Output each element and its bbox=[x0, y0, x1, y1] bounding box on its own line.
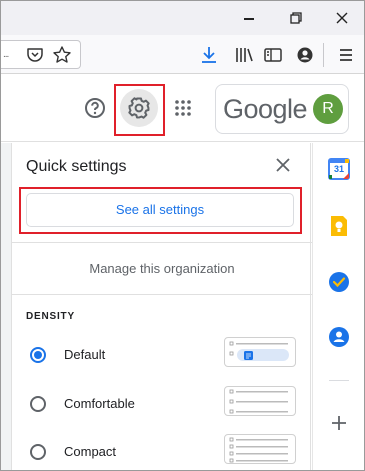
browser-toolbar: ... bbox=[1, 35, 364, 74]
density-option-comfortable[interactable]: Comfortable bbox=[30, 386, 300, 420]
close-window-button[interactable] bbox=[332, 8, 352, 28]
divider bbox=[12, 242, 312, 243]
quick-settings-title: Quick settings bbox=[26, 158, 127, 175]
density-option-label: Comfortable bbox=[64, 396, 135, 411]
contacts-icon bbox=[329, 327, 349, 347]
calendar-button[interactable]: 31 bbox=[328, 158, 350, 180]
gear-icon bbox=[128, 97, 150, 119]
keep-button[interactable] bbox=[328, 215, 350, 237]
default-density-preview bbox=[224, 337, 296, 367]
keep-icon bbox=[331, 216, 347, 236]
settings-button[interactable] bbox=[120, 89, 158, 127]
browser-window: ... Google R Quick settings See all sett… bbox=[0, 0, 365, 471]
star-icon[interactable] bbox=[52, 45, 72, 65]
tasks-button[interactable] bbox=[328, 271, 350, 293]
reader-view-icon[interactable] bbox=[263, 45, 283, 65]
gmail-header: Google R bbox=[1, 74, 364, 142]
density-option-default[interactable]: Default bbox=[30, 337, 300, 371]
account-switcher[interactable]: Google R bbox=[215, 84, 349, 134]
preview-graphic bbox=[229, 341, 289, 361]
download-icon[interactable] bbox=[199, 45, 219, 65]
quick-settings-panel: Quick settings See all settings Manage t… bbox=[11, 143, 312, 470]
comfortable-density-preview bbox=[224, 386, 296, 416]
avatar[interactable]: R bbox=[313, 94, 343, 124]
main-content-edge bbox=[1, 143, 11, 470]
density-option-compact[interactable]: Compact bbox=[30, 434, 300, 468]
library-icon[interactable] bbox=[234, 45, 254, 65]
pocket-icon[interactable] bbox=[25, 45, 45, 65]
url-text: ... bbox=[3, 49, 9, 60]
density-heading: DENSITY bbox=[26, 311, 75, 322]
minimize-icon bbox=[244, 18, 254, 20]
close-icon[interactable] bbox=[274, 156, 292, 174]
add-icon[interactable] bbox=[329, 413, 349, 433]
side-panel-divider bbox=[329, 380, 349, 381]
side-panel: 31 bbox=[312, 143, 364, 470]
manage-organization-link[interactable]: Manage this organization bbox=[12, 261, 312, 276]
account-icon[interactable] bbox=[295, 45, 315, 65]
title-bar bbox=[1, 1, 364, 35]
preview-graphic bbox=[229, 389, 288, 414]
radio-compact[interactable] bbox=[30, 444, 46, 460]
calendar-day: 31 bbox=[333, 164, 344, 174]
see-all-settings-button[interactable]: See all settings bbox=[26, 193, 294, 227]
apps-grid-icon[interactable] bbox=[174, 99, 192, 117]
radio-default[interactable] bbox=[30, 347, 46, 363]
close-icon bbox=[336, 12, 348, 24]
toolbar-separator bbox=[323, 43, 324, 67]
radio-comfortable[interactable] bbox=[30, 396, 46, 412]
preview-graphic bbox=[229, 437, 288, 463]
restore-button[interactable] bbox=[286, 8, 306, 28]
menu-icon[interactable] bbox=[336, 45, 356, 65]
compact-density-preview bbox=[224, 434, 296, 464]
google-logo: Google bbox=[223, 94, 308, 124]
restore-icon bbox=[290, 12, 302, 24]
density-option-label: Default bbox=[64, 347, 106, 362]
density-option-label: Compact bbox=[64, 444, 117, 459]
contacts-button[interactable] bbox=[328, 326, 350, 348]
help-icon[interactable] bbox=[84, 97, 106, 119]
minimize-button[interactable] bbox=[239, 8, 259, 28]
divider bbox=[12, 294, 312, 295]
tasks-icon bbox=[329, 272, 349, 292]
